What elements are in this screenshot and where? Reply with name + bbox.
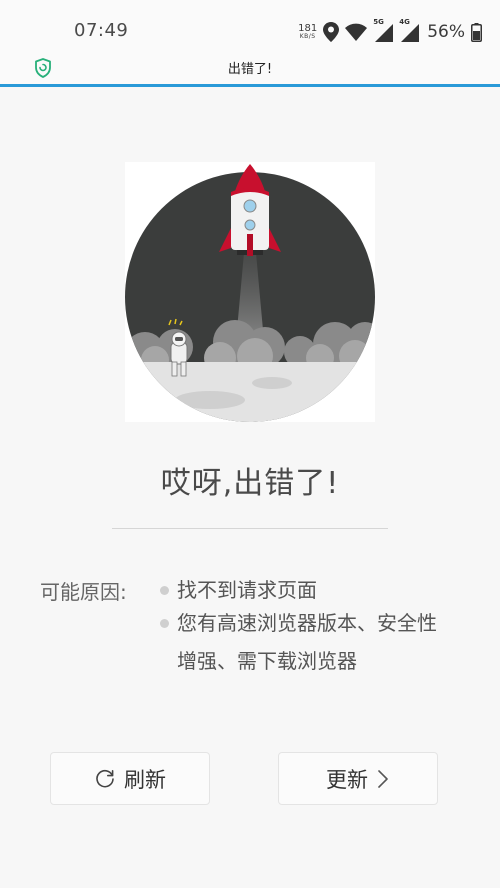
error-illustration: [125, 162, 375, 422]
reason-text: 您有高速浏览器版本、安全性增强、需下载浏览器: [177, 611, 437, 673]
status-time: 07:49: [74, 20, 129, 41]
battery-icon: [471, 22, 482, 42]
wifi-icon: [345, 23, 368, 41]
bullet-dot: [160, 619, 169, 628]
update-button[interactable]: 更新: [278, 752, 438, 805]
battery-percentage: 56%: [427, 22, 465, 42]
signal-4g: 4G: [399, 18, 420, 42]
reason-text: 找不到请求页面: [177, 578, 317, 602]
refresh-button[interactable]: 刷新: [50, 752, 210, 805]
status-bar: 07:49 181 KB/S 5G 4G 56%: [0, 0, 500, 56]
signal-4g-tag: 4G: [399, 18, 410, 26]
chevron-right-icon: [378, 769, 388, 788]
signal-5g-tag: 5G: [373, 18, 384, 26]
reason-label: 可能原因:: [40, 580, 127, 604]
update-label: 更新: [326, 767, 368, 792]
location-icon: [323, 22, 340, 42]
network-speed: 181 KB/S: [298, 23, 318, 41]
page-title: 出错了!: [227, 62, 273, 77]
reason-item: 您有高速浏览器版本、安全性增强、需下载浏览器: [158, 604, 448, 680]
divider: [112, 528, 388, 529]
reason-list: 找不到请求页面 您有高速浏览器版本、安全性增强、需下载浏览器: [158, 576, 448, 680]
rocket-moon-illustration: [125, 164, 375, 422]
bullet-dot: [160, 586, 169, 595]
network-speed-unit: KB/S: [299, 33, 316, 40]
error-title: 哎呀,出错了!: [160, 466, 340, 501]
refresh-label: 刷新: [124, 767, 166, 792]
progress-bar: [0, 84, 500, 87]
network-speed-value: 181: [298, 23, 318, 34]
refresh-icon: [96, 769, 114, 787]
status-icons: 181 KB/S 5G 4G 56%: [298, 14, 482, 50]
signal-5g: 5G: [373, 18, 394, 42]
page-header: 出错了!: [0, 56, 500, 84]
